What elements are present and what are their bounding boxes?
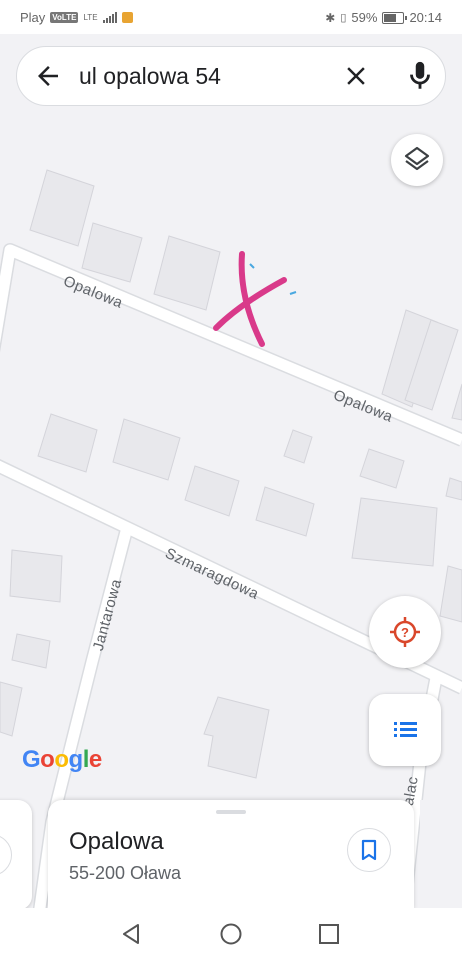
- logo-letter: g: [68, 746, 84, 773]
- building: [112, 418, 181, 481]
- square-recent-icon[interactable]: [315, 920, 343, 948]
- layers-button[interactable]: [391, 134, 443, 186]
- building: [29, 169, 95, 247]
- system-nav-bar: [0, 908, 462, 960]
- building: [203, 696, 270, 779]
- drag-handle[interactable]: [216, 810, 246, 814]
- building: [445, 477, 462, 501]
- app-notification-icon: [121, 12, 133, 23]
- volte-badge: VoLTE: [50, 12, 79, 23]
- list-view-button[interactable]: [369, 694, 441, 766]
- layers-icon: [404, 146, 430, 171]
- building: [184, 465, 240, 517]
- map-canvas: [0, 169, 462, 912]
- my-location-button[interactable]: ?: [369, 596, 441, 668]
- logo-letter: e: [88, 746, 102, 773]
- building: [283, 429, 313, 464]
- list-icon: [394, 722, 417, 737]
- carrier-label: Play: [20, 10, 46, 25]
- map-view[interactable]: Opalowa Opalowa Szmaragdowa Jantarowa al…: [0, 122, 462, 912]
- mic-icon[interactable]: [403, 59, 437, 93]
- bluetooth-icon: ✱: [325, 10, 336, 25]
- location-unknown-icon: ?: [390, 617, 420, 647]
- place-name: Opalowa: [69, 828, 164, 855]
- building: [359, 448, 405, 489]
- save-button[interactable]: [347, 828, 391, 872]
- bookmark-icon: [361, 839, 377, 861]
- building: [255, 486, 315, 537]
- search-query-text[interactable]: ul opalowa 54: [79, 63, 221, 90]
- building: [9, 549, 63, 603]
- circle-home-icon[interactable]: [217, 920, 245, 948]
- svg-text:?: ?: [401, 625, 409, 640]
- logo-letter: o: [40, 746, 55, 773]
- building: [0, 681, 23, 737]
- building: [11, 633, 51, 669]
- building: [153, 235, 221, 311]
- close-icon[interactable]: [341, 61, 371, 91]
- vibrate-icon: ▯: [340, 12, 347, 24]
- map-edge: [420, 800, 462, 910]
- logo-letter: o: [54, 746, 69, 773]
- building: [37, 413, 98, 473]
- search-bar[interactable]: ul opalowa 54: [16, 46, 446, 106]
- building: [439, 565, 462, 623]
- logo-letter: G: [22, 746, 41, 773]
- status-right: ✱ ▯ 59% 20:14: [325, 10, 442, 25]
- battery-icon: [382, 11, 408, 24]
- triangle-back-icon[interactable]: [118, 920, 146, 948]
- status-bar: Play VoLTE LTE ✱ ▯ 59% 20:14: [0, 0, 462, 34]
- clock: 20:14: [409, 10, 442, 25]
- place-address: 55-200 Oława: [69, 863, 182, 883]
- previous-place-card[interactable]: [0, 800, 32, 910]
- battery-percent: 59%: [351, 10, 378, 25]
- arrow-back-icon[interactable]: [33, 61, 63, 91]
- network-type: LTE: [83, 13, 98, 22]
- building: [451, 383, 462, 421]
- signal-icon: [102, 12, 117, 23]
- place-card[interactable]: Opalowa 55-200 Oława: [48, 800, 414, 910]
- building: [81, 222, 143, 283]
- hand-drawn-x-mark: [213, 251, 287, 347]
- status-left: Play VoLTE LTE: [20, 10, 133, 25]
- google-logo: Google: [22, 746, 102, 774]
- building: [351, 497, 438, 567]
